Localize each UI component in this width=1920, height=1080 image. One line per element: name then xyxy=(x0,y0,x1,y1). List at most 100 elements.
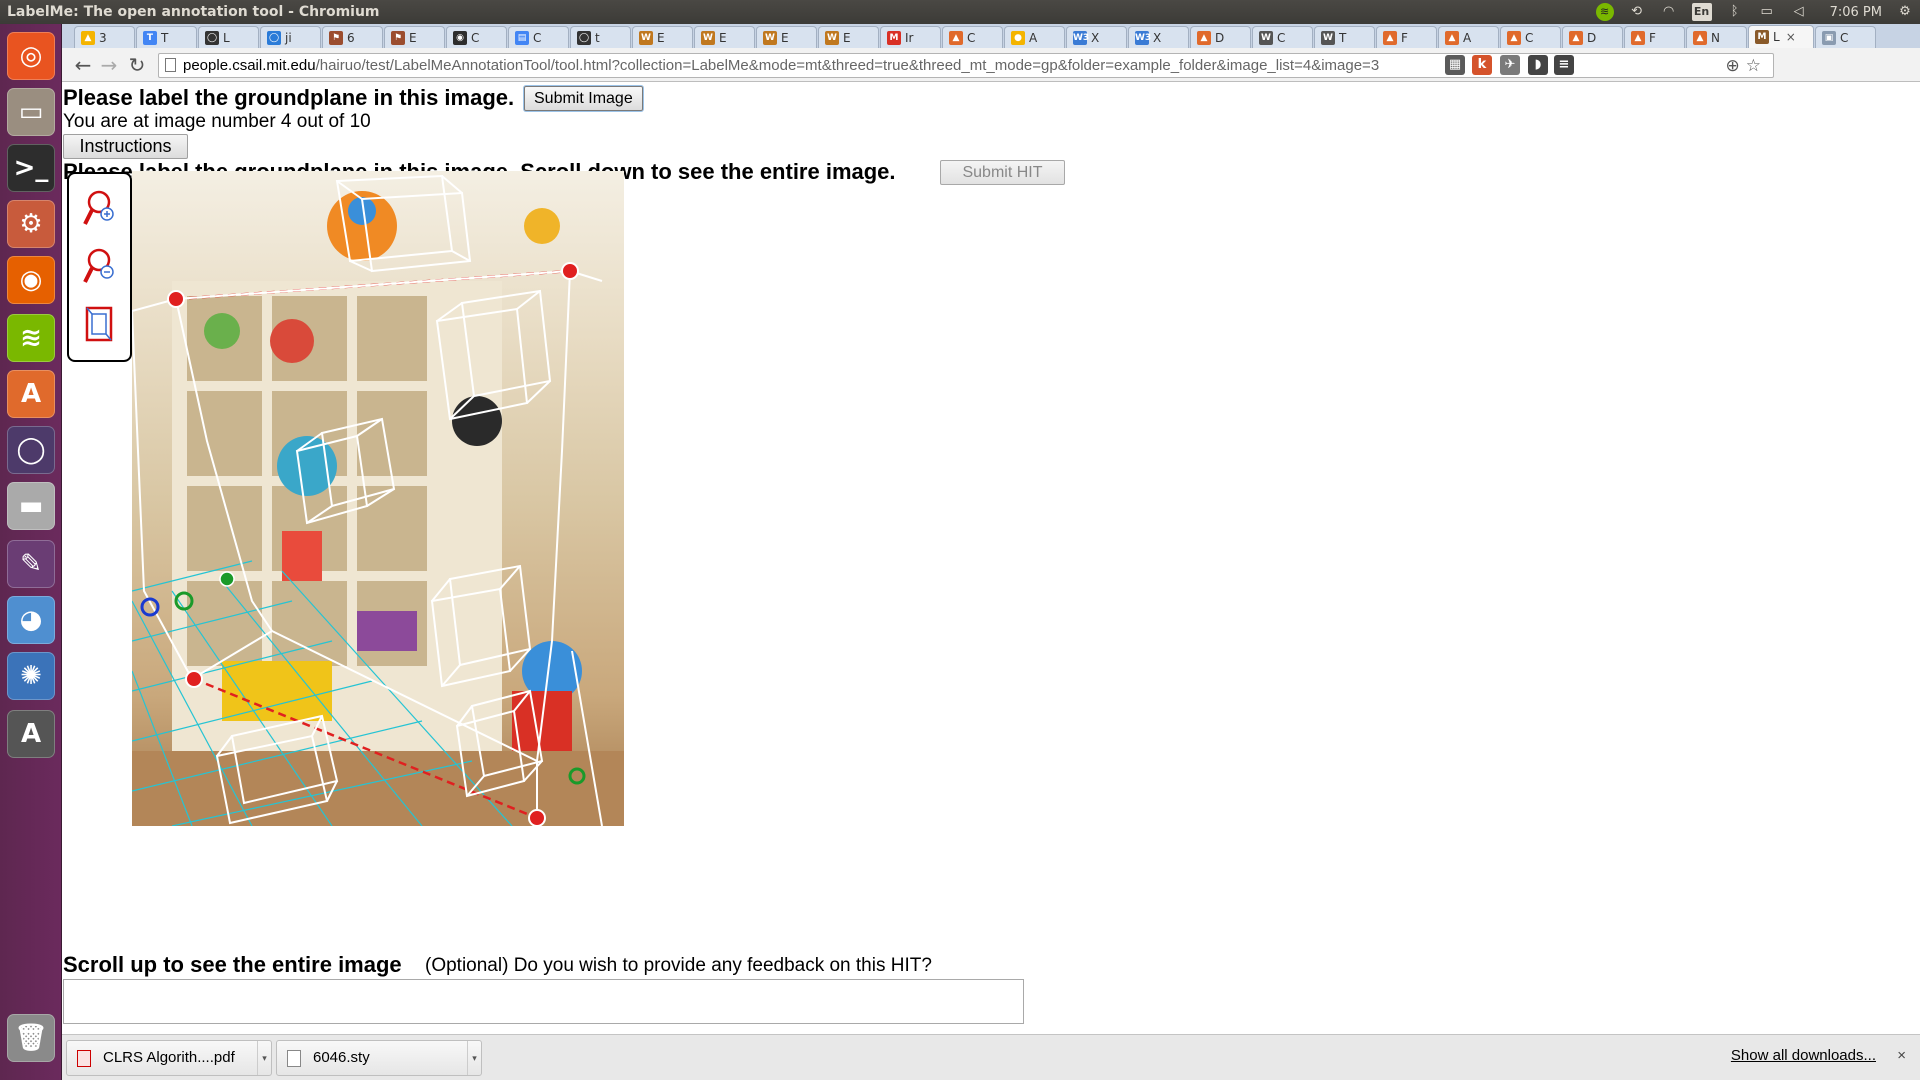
fit-to-screen-icon[interactable] xyxy=(81,304,117,344)
tab-favicon-icon: ▲ xyxy=(1693,30,1707,45)
download-menu-chevron-icon[interactable]: ▾ xyxy=(467,1041,481,1075)
shotwell-icon[interactable]: ✺ xyxy=(7,652,55,700)
zoom-out-icon[interactable] xyxy=(81,246,117,286)
editor-icon[interactable]: ✎ xyxy=(7,540,55,588)
spotify-icon[interactable]: ≋ xyxy=(7,314,55,362)
software-center-icon[interactable]: A xyxy=(7,370,55,418)
chromium-icon[interactable]: ◕ xyxy=(7,596,55,644)
app-circle-icon[interactable]: ◯ xyxy=(7,426,55,474)
files-icon[interactable]: ▭ xyxy=(7,88,55,136)
scroll-up-heading: Scroll up to see the entire image xyxy=(63,952,402,977)
tab-label: E xyxy=(781,30,789,45)
tab-favicon-icon: ◯ xyxy=(577,30,591,45)
feedback-textarea[interactable] xyxy=(63,979,1024,1024)
software-updater-icon[interactable]: A xyxy=(7,710,55,758)
tab[interactable]: WE xyxy=(756,26,817,48)
tab-label: E xyxy=(409,30,417,45)
tab-favicon-icon: W xyxy=(701,30,715,45)
tab-favicon-icon: M xyxy=(887,30,901,45)
tab[interactable]: ◯ t xyxy=(570,26,631,48)
tab[interactable]: W3 X xyxy=(1066,26,1127,48)
downloads-bar: Show all downloads... × CLRS Algorith...… xyxy=(62,1034,1920,1080)
tab[interactable]: WE xyxy=(694,26,755,48)
bluetooth-icon[interactable]: ᛒ xyxy=(1726,3,1744,21)
tab-active[interactable]: M L × xyxy=(1748,25,1814,48)
tab-label: T xyxy=(161,30,169,45)
zoom-tool-panel xyxy=(67,172,132,362)
submit-hit-button[interactable]: Submit HIT xyxy=(940,160,1065,185)
tab-favicon-icon: T xyxy=(143,30,157,45)
tab[interactable]: ▲ F xyxy=(1376,26,1437,48)
extension-k-icon[interactable]: k xyxy=(1472,55,1492,75)
download-item[interactable]: CLRS Algorith....pdf ▾ xyxy=(66,1040,272,1076)
firefox-icon[interactable]: ◉ xyxy=(7,256,55,304)
session-gear-icon[interactable]: ⚙ xyxy=(1896,3,1914,21)
spotify-tray-icon[interactable]: ≋ xyxy=(1595,3,1614,21)
tab[interactable]: ● A xyxy=(1004,26,1065,48)
tab-favicon-icon: ▲ xyxy=(949,30,963,45)
close-downloads-icon[interactable]: × xyxy=(1897,1047,1906,1064)
bookmark-star-icon[interactable]: ☆ xyxy=(1746,56,1767,75)
tab[interactable]: ▣ C xyxy=(1815,26,1876,48)
tab-label: D xyxy=(1587,30,1597,45)
annotation-overlay[interactable] xyxy=(132,171,624,826)
tab[interactable]: WE xyxy=(632,26,693,48)
ubuntu-dash-icon[interactable]: ◎ xyxy=(7,32,55,80)
tab-label: C xyxy=(1525,30,1534,45)
tab-label: F xyxy=(1401,30,1408,45)
tab[interactable]: ⚑ E xyxy=(384,26,445,48)
tab[interactable]: TT xyxy=(136,26,197,48)
tab[interactable]: ▲ D xyxy=(1190,26,1251,48)
pocket-icon[interactable]: ◗ xyxy=(1528,55,1548,75)
tab[interactable]: ▲ C xyxy=(942,26,1003,48)
terminal-icon[interactable]: >_ xyxy=(7,144,55,192)
tab-label: A xyxy=(1463,30,1472,45)
reload-icon[interactable]: ↻ xyxy=(126,54,148,76)
back-icon[interactable]: ← xyxy=(72,54,94,76)
tab[interactable]: ◯ ji xyxy=(260,26,321,48)
tab[interactable]: ▲ A xyxy=(1438,26,1499,48)
download-menu-chevron-icon[interactable]: ▾ xyxy=(257,1041,271,1075)
zoom-in-icon[interactable] xyxy=(81,188,117,228)
battery-icon[interactable]: ▭ xyxy=(1758,3,1776,21)
tab[interactable]: WT xyxy=(1314,26,1375,48)
menu-icon[interactable]: ≡ xyxy=(1554,55,1574,75)
tab[interactable]: ▲ F xyxy=(1624,26,1685,48)
keyboard-layout-indicator[interactable]: En xyxy=(1691,3,1712,21)
submit-image-button[interactable]: Submit Image xyxy=(524,86,643,111)
drive-icon[interactable]: ▬ xyxy=(7,482,55,530)
tab[interactable]: M Ir xyxy=(880,26,941,48)
sync-icon[interactable]: ⟲ xyxy=(1628,3,1646,21)
tab-favicon-icon: ▲ xyxy=(1383,30,1397,45)
download-filename: CLRS Algorith....pdf xyxy=(103,1049,235,1066)
annotation-image[interactable] xyxy=(132,171,624,826)
tab[interactable]: ▤ C xyxy=(508,26,569,48)
extension-badge-icon[interactable]: ✈ xyxy=(1500,55,1520,75)
tab[interactable]: WE xyxy=(818,26,879,48)
wifi-icon[interactable]: ◠ xyxy=(1660,3,1678,21)
system-tray: ≋ ⟲ ◠ En ᛒ ▭ ◁ 7:06 PM ⚙ xyxy=(1595,0,1914,24)
tab[interactable]: ▲ 3 xyxy=(74,26,135,48)
tab[interactable]: WC xyxy=(1252,26,1313,48)
show-all-downloads-link[interactable]: Show all downloads... xyxy=(1731,1047,1876,1064)
zoom-icon[interactable]: ⊕ xyxy=(1726,56,1746,75)
trash-icon[interactable]: 🗑 xyxy=(7,1014,55,1062)
tab[interactable]: ◉ C xyxy=(446,26,507,48)
tab[interactable]: W3 X xyxy=(1128,26,1189,48)
download-item[interactable]: 6046.sty ▾ xyxy=(276,1040,482,1076)
tab[interactable]: ◯ L xyxy=(198,26,259,48)
close-tab-icon[interactable]: × xyxy=(1786,30,1796,44)
tab[interactable]: ▲ D xyxy=(1562,26,1623,48)
system-settings-icon[interactable]: ⚙ xyxy=(7,200,55,248)
tab-label: L xyxy=(223,30,230,45)
tab[interactable]: ▲ C xyxy=(1500,26,1561,48)
tab-label: E xyxy=(657,30,665,45)
instructions-button[interactable]: Instructions xyxy=(63,134,188,159)
volume-muted-icon[interactable]: ◁ xyxy=(1790,3,1808,21)
clock[interactable]: 7:06 PM xyxy=(1830,5,1882,20)
tab[interactable]: ⚑ 6 xyxy=(322,26,383,48)
forward-icon[interactable]: → xyxy=(98,54,120,76)
tab[interactable]: ▲ N xyxy=(1686,26,1747,48)
tab-favicon-icon: ⚑ xyxy=(329,30,343,45)
extension-icon-1[interactable]: ▦ xyxy=(1445,55,1465,75)
